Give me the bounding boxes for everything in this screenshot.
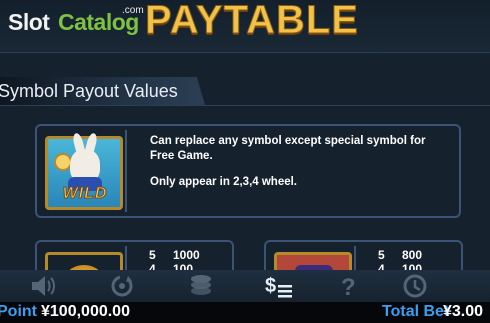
bottom-toolbar: $ ? xyxy=(0,270,490,302)
payout-row: 5 800 xyxy=(378,248,422,262)
wild-description: Can replace any symbol except special sy… xyxy=(150,134,450,201)
chips-icon[interactable] xyxy=(186,273,216,299)
payout-count: 5 xyxy=(378,248,385,262)
wild-symbol-image: WILD xyxy=(41,130,127,212)
payout-row: 5 1000 xyxy=(149,248,200,262)
status-footer: Point ¥100,000.00 Total Bet ¥3.00 xyxy=(0,302,490,323)
page-title: PAYTABLE xyxy=(145,0,359,43)
paytable-icon[interactable]: $ xyxy=(265,273,295,299)
wild-description-line1: Can replace any symbol except special sy… xyxy=(150,135,426,162)
logo-slot-text: Slot xyxy=(8,9,50,35)
history-icon[interactable] xyxy=(400,273,430,299)
total-bet-value: ¥3.00 xyxy=(443,303,484,320)
wild-description-line2: Only appear in 2,3,4 wheel. xyxy=(150,176,298,188)
point-value: ¥100,000.00 xyxy=(41,303,130,320)
wild-symbol-card: WILD Can replace any symbol except speci… xyxy=(35,124,461,218)
wild-rabbit-symbol: WILD xyxy=(45,132,123,210)
payout-count: 5 xyxy=(149,248,156,262)
section-label: Symbol Payout Values xyxy=(0,81,178,101)
help-icon[interactable]: ? xyxy=(334,273,364,299)
payout-value: 800 xyxy=(402,248,423,262)
payout-value: 1000 xyxy=(173,248,200,262)
logo-com-text: .com xyxy=(122,5,144,16)
autoplay-icon[interactable] xyxy=(107,273,137,299)
sound-icon[interactable] xyxy=(28,273,58,299)
svg-text:$: $ xyxy=(265,275,276,297)
point-label: Point xyxy=(0,303,37,320)
svg-text:?: ? xyxy=(341,274,356,299)
total-bet-label: Total Bet xyxy=(382,303,450,320)
header-bar: Slot Catalog .com PAYTABLE xyxy=(0,0,490,53)
section-divider xyxy=(0,105,490,106)
wild-symbol-label: WILD xyxy=(62,185,108,203)
